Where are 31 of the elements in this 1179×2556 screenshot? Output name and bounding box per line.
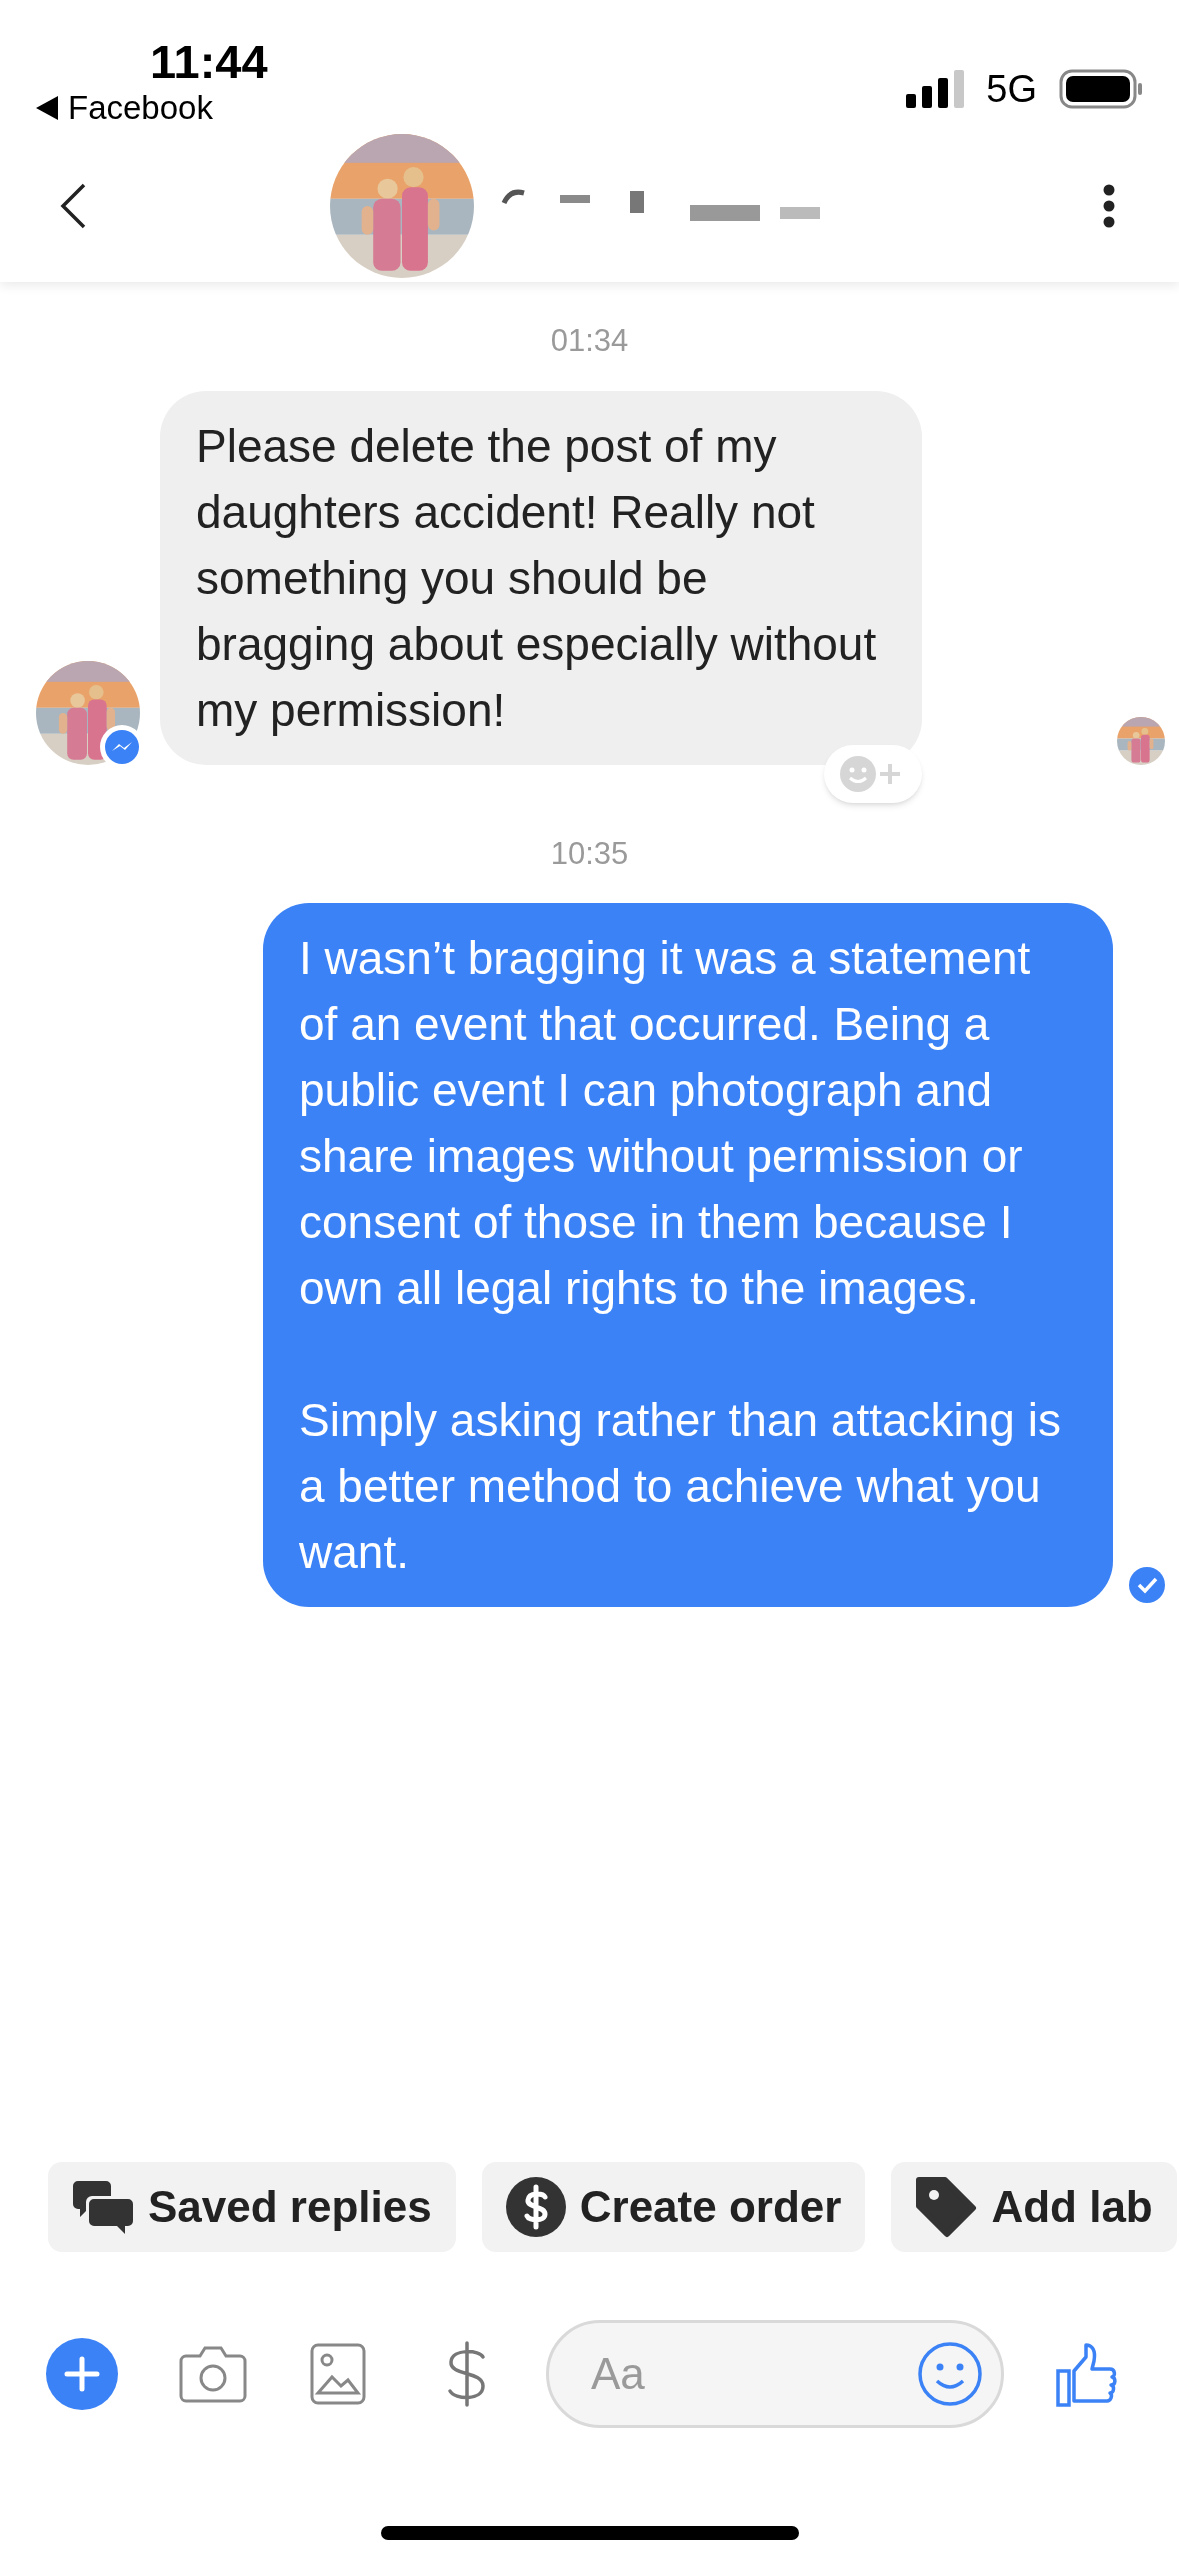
quick-reply-chip[interactable]: Add lab: [891, 2162, 1177, 2252]
camera-button[interactable]: [178, 2344, 248, 2404]
plus-icon: [64, 2356, 100, 2392]
camera-icon: [178, 2344, 248, 2404]
incoming-message: Please delete the post of my daughters accident! Really not something you should be bragging about especially without my permission!: [160, 390, 922, 765]
timestamp: 10:35: [550, 834, 629, 873]
sent-check-icon: [1129, 1567, 1165, 1603]
chat-bubbles-icon: [72, 2179, 134, 2235]
emoji-icon: [917, 2341, 983, 2407]
triangle-left-icon: [36, 96, 58, 120]
status-time: 11:44: [150, 36, 268, 88]
thumbs-up-icon: [1056, 2341, 1118, 2407]
outgoing-message: I wasn’t bragging it was a statement of an event that occurred. Being a public event I can photograph and share images without permission or consent of those in them because I own all legal rights to the images. Simply asking rather than attacking is a better method to achieve what you want.: [263, 903, 1113, 1607]
battery-icon: [1059, 69, 1143, 109]
gallery-button[interactable]: [310, 2343, 366, 2405]
dollar-icon: [505, 2177, 566, 2237]
message-input[interactable]: Aa: [591, 2341, 917, 2407]
quick-reply-chip[interactable]: Create order: [481, 2162, 866, 2252]
vertical-dots-icon: [1103, 184, 1115, 228]
signal-icon: [906, 70, 965, 108]
back-to-app-link[interactable]: Facebook: [36, 88, 268, 128]
tag-icon: [915, 2176, 978, 2238]
network-label: 5G: [986, 66, 1037, 112]
back-chevron-icon: [60, 183, 86, 229]
payment-button[interactable]: [446, 2341, 488, 2407]
message-field[interactable]: Aa: [546, 2320, 1004, 2428]
like-button[interactable]: [1056, 2341, 1118, 2407]
dollar-sign-icon: [446, 2341, 488, 2407]
timestamp: 01:34: [550, 322, 629, 360]
image-icon: [310, 2343, 366, 2405]
quick-reply-chip[interactable]: Saved replies: [48, 2162, 456, 2252]
